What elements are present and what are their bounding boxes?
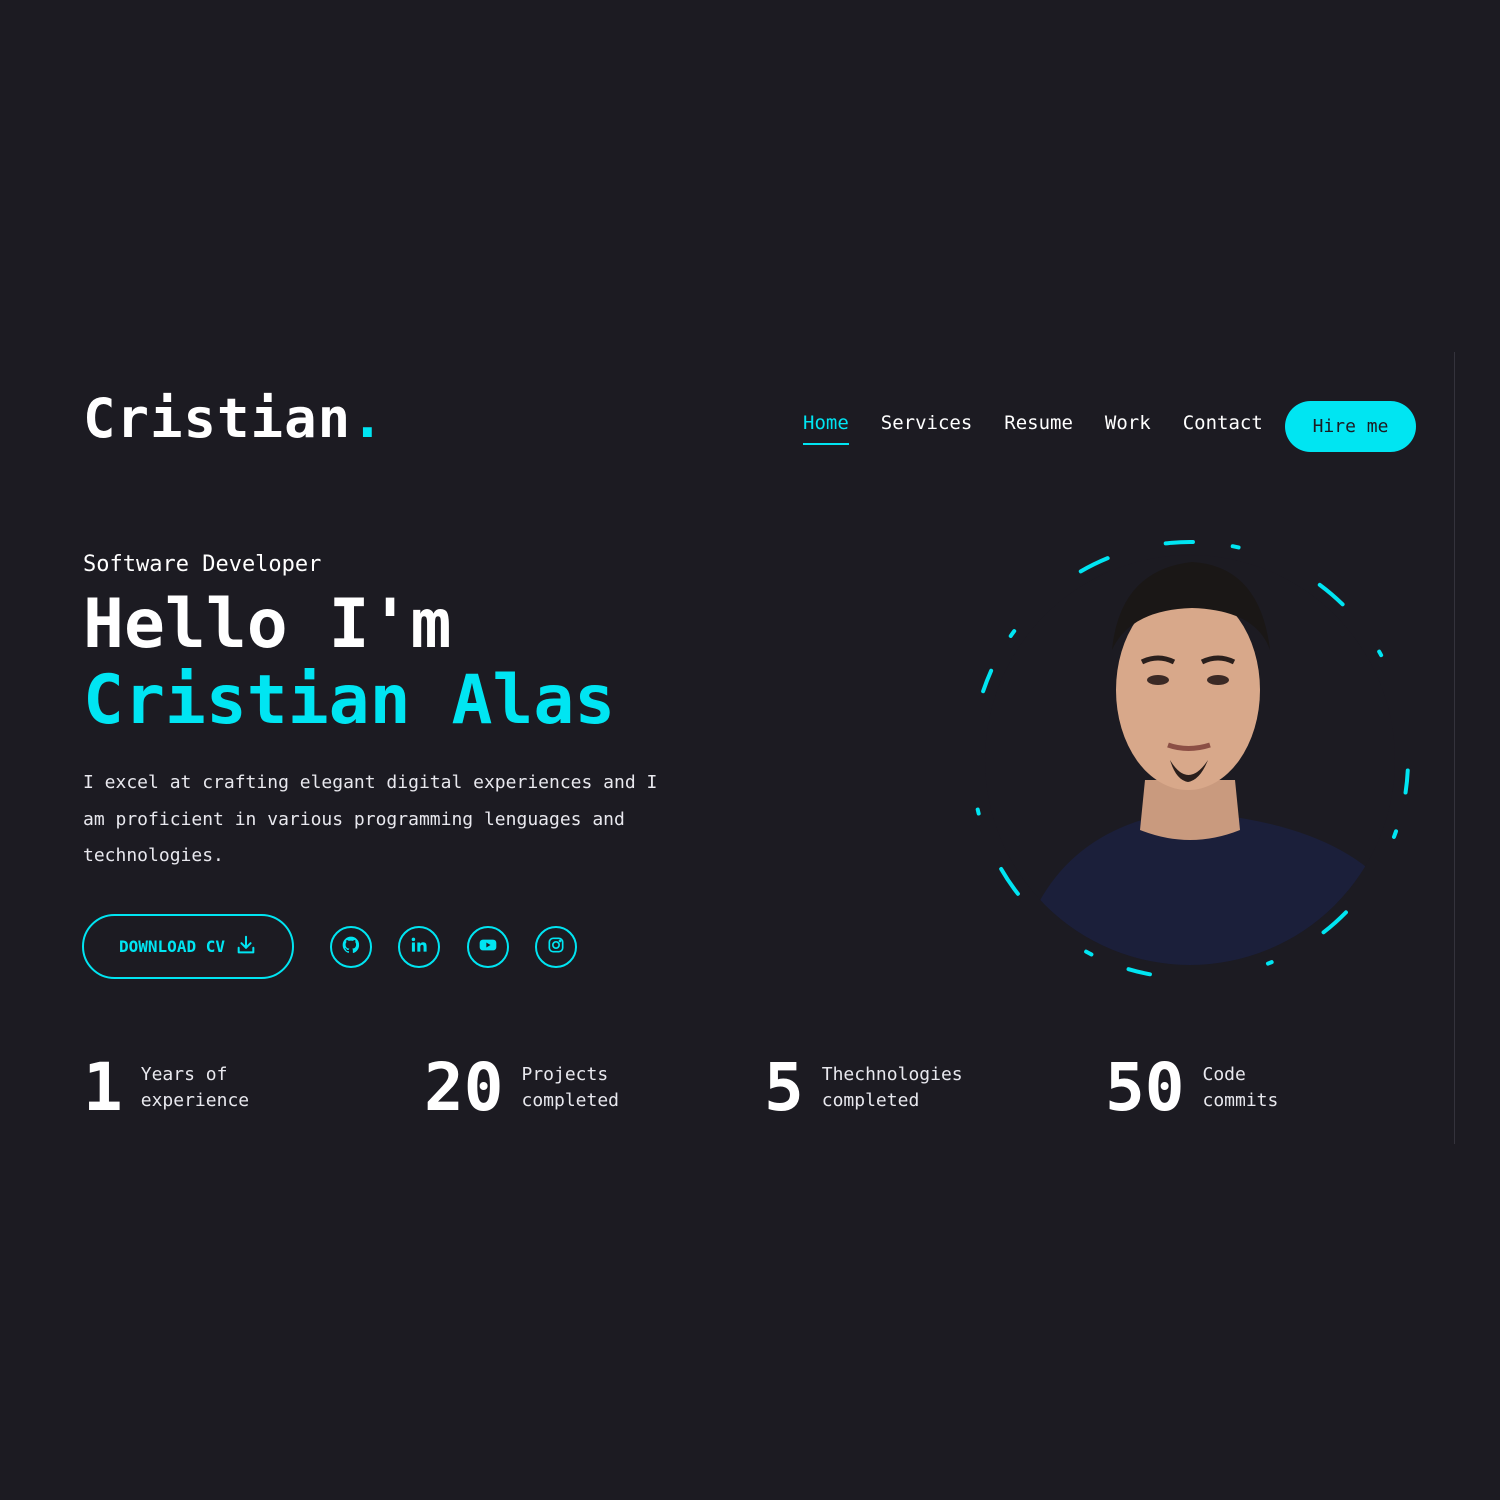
linkedin-link[interactable]: [398, 926, 440, 968]
instagram-link[interactable]: [535, 926, 577, 968]
hire-me-button[interactable]: Hire me: [1285, 401, 1416, 452]
hero-name: Cristian Alas: [83, 661, 616, 740]
nav-item-work[interactable]: Work: [1105, 412, 1151, 441]
youtube-link[interactable]: [467, 926, 509, 968]
linkedin-icon: [409, 935, 429, 959]
profile-photo: [960, 530, 1420, 990]
stat-label: Thechnologies completed: [821, 1064, 963, 1111]
stat-label: Projects completed: [521, 1064, 620, 1111]
site-edge: [1454, 352, 1455, 1144]
logo-dot: .: [351, 387, 385, 450]
stat-label: Code commits: [1202, 1064, 1279, 1111]
youtube-icon: [478, 935, 498, 959]
stat-years: 1 Years of experience: [83, 1055, 281, 1121]
download-cv-label: DOWNLOAD CV: [119, 937, 225, 956]
stat-value: 5: [764, 1049, 804, 1126]
nav-item-services[interactable]: Services: [881, 412, 973, 441]
dashed-ring-decoration: [970, 540, 1410, 980]
page: Cristian. Home Services Resume Work Cont…: [0, 0, 1500, 1500]
download-icon: [235, 934, 257, 960]
hero-description: I excel at crafting elegant digital expe…: [83, 772, 658, 866]
stat-value: 1: [83, 1049, 123, 1126]
nav-item-contact[interactable]: Contact: [1183, 412, 1263, 441]
logo-text: Cristian: [83, 387, 352, 450]
greeting: Hello I'm: [83, 585, 452, 664]
github-link[interactable]: [330, 926, 372, 968]
instagram-icon: [546, 935, 566, 959]
stat-projects: 20 Projects completed: [424, 1055, 641, 1121]
github-icon: [341, 935, 361, 959]
role-title: Software Developer: [83, 552, 322, 577]
main-nav: Home Services Resume Work Contact: [803, 412, 1263, 445]
logo[interactable]: Cristian.: [83, 392, 385, 446]
nav-item-home[interactable]: Home: [803, 412, 849, 445]
download-cv-button[interactable]: DOWNLOAD CV: [82, 914, 294, 979]
stat-label: Years of experience: [140, 1064, 250, 1111]
stat-value: 50: [1105, 1049, 1185, 1126]
nav-item-resume[interactable]: Resume: [1004, 412, 1073, 441]
stat-commits: 50 Code commits: [1105, 1055, 1292, 1121]
stat-technologies: 5 Thechnologies completed: [764, 1055, 982, 1121]
stat-value: 20: [424, 1049, 504, 1126]
